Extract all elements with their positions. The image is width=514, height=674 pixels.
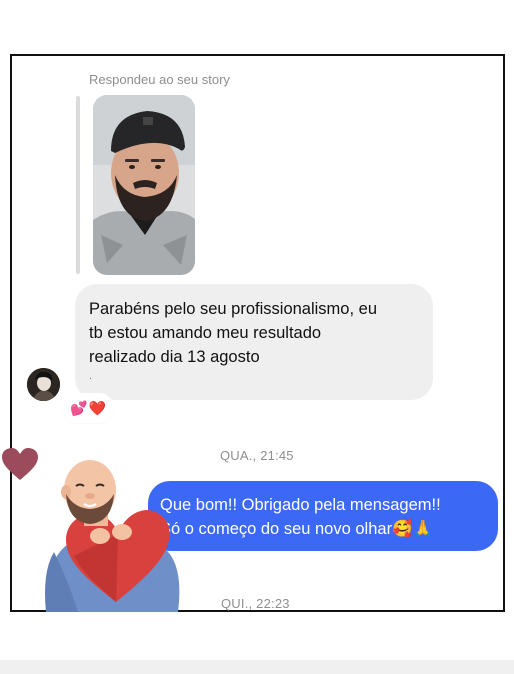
reaction-red-heart: ❤️ xyxy=(88,399,106,416)
story-thumbnail[interactable] xyxy=(93,95,195,275)
reaction-two-hearts: 💕 xyxy=(70,399,88,416)
message-reactions[interactable]: 💕 ❤️ xyxy=(64,395,112,421)
incoming-message[interactable]: Parabéns pelo seu profissionalismo, eu t… xyxy=(75,284,433,400)
sender-avatar[interactable] xyxy=(27,368,60,401)
incoming-trailing-dot: . xyxy=(89,370,93,382)
outgoing-line-2: Só o começo do seu novo olhar🥰🙏 xyxy=(160,520,434,538)
timestamp-1: QUA., 21:45 xyxy=(220,448,294,463)
incoming-line-2: tb estou amando meu resultado xyxy=(89,324,322,342)
avatar-heart-sticker-icon[interactable] xyxy=(38,452,198,612)
heart-icon xyxy=(2,448,38,480)
story-reply-label: Respondeu ao seu story xyxy=(89,72,230,87)
story-photo xyxy=(93,95,195,275)
story-quote-bar xyxy=(76,96,80,274)
incoming-line-3: realizado dia 13 agosto xyxy=(89,348,260,366)
avatar-image xyxy=(27,368,60,401)
incoming-line-1: Parabéns pelo seu profissionalismo, eu xyxy=(89,300,378,318)
timestamp-2: QUI., 22:23 xyxy=(221,596,290,611)
outgoing-line-1: Que bom!! Obrigado pela mensagem!! xyxy=(160,496,441,514)
bottom-strip xyxy=(0,660,514,674)
outgoing-message[interactable]: Que bom!! Obrigado pela mensagem!! Só o … xyxy=(148,481,498,551)
